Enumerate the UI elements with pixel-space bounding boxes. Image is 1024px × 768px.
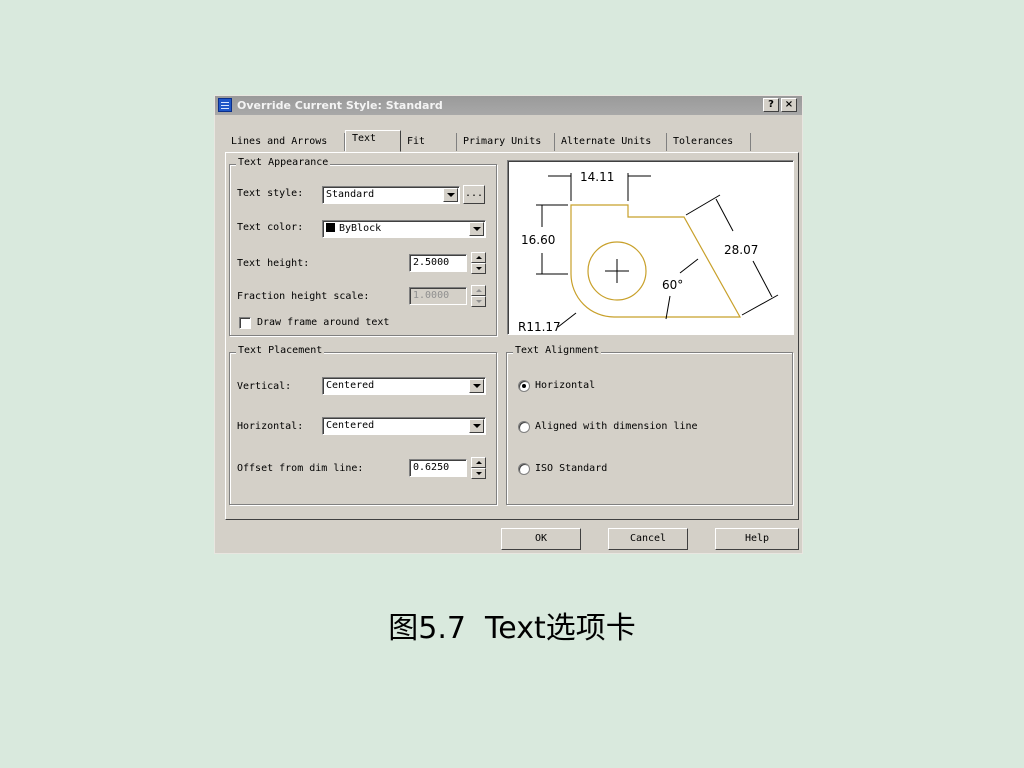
radio-iso-label: ISO Standard <box>535 463 608 474</box>
tab-alternate-units[interactable]: Alternate Units <box>555 133 667 151</box>
spinner-up-icon <box>471 285 486 296</box>
horizontal-label: Horizontal: <box>237 421 304 432</box>
dimension-preview: 14.11 16.60 28.07 60° R11.17 <box>507 160 794 335</box>
dim-angle-text: 60° <box>662 278 683 292</box>
text-color-value: ByBlock <box>339 223 382 234</box>
offset-label: Offset from dim line: <box>237 463 364 474</box>
ok-button[interactable]: OK <box>501 528 581 550</box>
text-color-label: Text color: <box>237 222 304 233</box>
spinner-down-icon[interactable] <box>471 468 486 479</box>
offset-input[interactable]: 0.6250 <box>409 459 467 477</box>
draw-frame-label: Draw frame around text <box>257 317 390 328</box>
text-height-spinner[interactable] <box>471 252 486 274</box>
title-bar[interactable]: Override Current Style: Standard ? × <box>215 96 802 115</box>
override-style-dialog: Override Current Style: Standard ? × Lin… <box>214 95 803 554</box>
vertical-dropdown[interactable]: Centered <box>322 377 486 395</box>
spinner-up-icon[interactable] <box>471 457 486 468</box>
text-appearance-title: Text Appearance <box>236 157 331 168</box>
tab-text[interactable]: Text <box>345 130 401 152</box>
help-button[interactable]: Help <box>715 528 799 550</box>
caption-tab-word: Text <box>485 611 546 646</box>
chevron-down-icon[interactable] <box>469 222 484 236</box>
spinner-up-icon[interactable] <box>471 252 486 263</box>
radio-aligned-label: Aligned with dimension line <box>535 421 698 432</box>
tab-fit[interactable]: Fit <box>401 133 457 151</box>
part-outline <box>570 204 742 318</box>
angle-arc <box>665 295 671 320</box>
text-height-label: Text height: <box>237 258 310 269</box>
chevron-down-icon[interactable] <box>443 188 458 202</box>
dim-top-text: 14.11 <box>580 170 614 184</box>
spinner-down-icon <box>471 296 486 307</box>
text-alignment-title: Text Alignment <box>513 345 602 356</box>
offset-spinner[interactable] <box>471 457 486 479</box>
chevron-down-icon[interactable] <box>469 419 484 433</box>
chevron-down-icon[interactable] <box>469 379 484 393</box>
caption-number: 5.7 <box>418 611 466 646</box>
horizontal-dropdown[interactable]: Centered <box>322 417 486 435</box>
dim-radius-text: R11.17 <box>518 320 561 334</box>
fraction-height-input: 1.0000 <box>409 287 467 305</box>
preview-drawing: 14.11 16.60 28.07 60° R11.17 <box>518 170 779 334</box>
radio-horizontal[interactable] <box>518 380 530 392</box>
radio-horizontal-label: Horizontal <box>535 380 596 391</box>
ext-line <box>741 294 779 316</box>
vertical-label: Vertical: <box>237 381 292 392</box>
vertical-value: Centered <box>326 380 375 391</box>
tab-primary-units[interactable]: Primary Units <box>457 133 555 151</box>
dim-line <box>752 260 773 298</box>
text-color-dropdown[interactable]: ByBlock <box>322 220 486 238</box>
fraction-height-label: Fraction height scale: <box>237 291 370 302</box>
draw-frame-checkbox[interactable] <box>239 317 251 329</box>
spinner-down-icon[interactable] <box>471 263 486 274</box>
text-placement-title: Text Placement <box>236 345 325 356</box>
text-style-dropdown[interactable]: Standard <box>322 186 460 204</box>
ext-line <box>685 194 721 216</box>
tab-lines-and-arrows[interactable]: Lines and Arrows <box>225 133 345 151</box>
text-height-input[interactable]: 2.5000 <box>409 254 467 272</box>
tab-tolerances[interactable]: Tolerances <box>667 133 751 151</box>
close-button[interactable]: × <box>781 98 797 112</box>
angle-arc <box>679 258 699 274</box>
horizontal-value: Centered <box>326 420 375 431</box>
figure-caption: 图5.7 Text选项卡 <box>0 603 1024 647</box>
window-title: Override Current Style: Standard <box>237 99 443 112</box>
text-style-browse-button[interactable]: ... <box>463 185 485 204</box>
text-style-value: Standard <box>326 189 375 200</box>
radio-aligned[interactable] <box>518 421 530 433</box>
app-icon <box>218 98 232 112</box>
radio-iso-standard[interactable] <box>518 463 530 475</box>
dim-left-text: 16.60 <box>521 233 555 247</box>
color-swatch-icon <box>326 223 335 232</box>
dim-line <box>715 198 734 232</box>
fraction-height-spinner <box>471 285 486 307</box>
dim-right-text: 28.07 <box>724 243 758 257</box>
caption-prefix: 图 <box>388 611 419 646</box>
cancel-button[interactable]: Cancel <box>608 528 688 550</box>
text-style-label: Text style: <box>237 188 304 199</box>
help-question-button[interactable]: ? <box>763 98 779 112</box>
caption-suffix: 选项卡 <box>545 611 636 646</box>
